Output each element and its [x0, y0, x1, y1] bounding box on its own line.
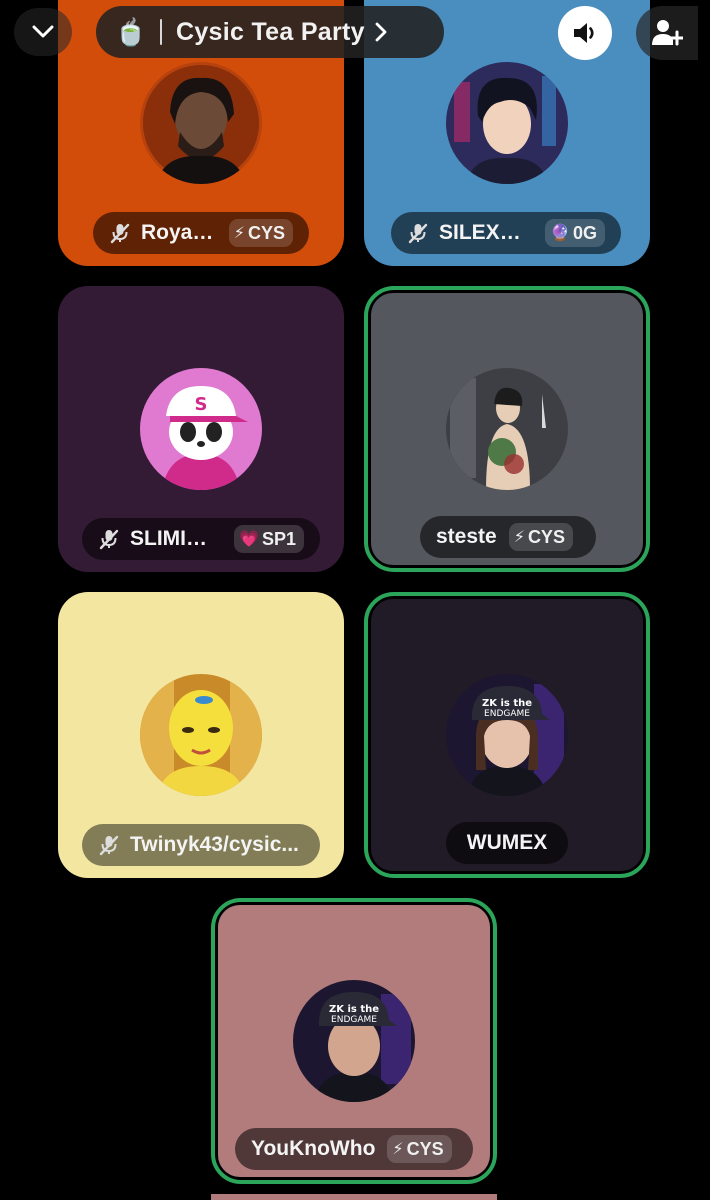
- participant-name-pill: SILEXO👑 🔮 0G: [391, 212, 621, 254]
- participant-tile[interactable]: steste ⚡ CYS: [364, 286, 650, 572]
- svg-text:ZK is the: ZK is the: [329, 1004, 379, 1015]
- participant-tile[interactable]: ZK is the ENDGAME WUMEX: [364, 592, 650, 878]
- speaker-button[interactable]: [558, 6, 612, 60]
- voice-channel-header: 🍵 Cysic Tea Party: [0, 0, 710, 72]
- participant-name: YouKnoWho: [251, 1137, 376, 1160]
- server-tag: ⚡ CYS: [387, 1135, 452, 1163]
- collapse-button[interactable]: [14, 8, 72, 56]
- tile-background: [211, 1194, 497, 1200]
- server-tag: 🔮 0G: [545, 219, 605, 247]
- mic-muted-icon: [99, 529, 119, 550]
- participant-name-pill: SLIMICE... 💗 SP1: [82, 518, 320, 560]
- speaker-icon: [574, 23, 594, 43]
- server-tag: 💗 SP1: [234, 525, 304, 553]
- crystal-ball-icon: 🔮: [550, 225, 570, 242]
- server-tag-label: CYS: [527, 526, 565, 547]
- participant-name: SILEXO👑: [439, 221, 534, 244]
- avatar: ZK is the ENDGAME: [293, 980, 415, 1102]
- avatar: S: [140, 368, 262, 490]
- participant-name-pill: YouKnoWho ⚡ CYS: [235, 1128, 473, 1170]
- participant-name: Royalty: [141, 221, 217, 244]
- avatar: [140, 674, 262, 796]
- mic-muted-icon: [408, 223, 428, 244]
- avatar: ZK is the ENDGAME: [446, 674, 568, 796]
- participant-name-pill: WUMEX: [446, 822, 568, 864]
- svg-text:ENDGAME: ENDGAME: [484, 709, 530, 719]
- participant-name: SLIMICE...: [130, 527, 222, 550]
- participant-tile-partial[interactable]: [211, 1194, 497, 1200]
- bolt-icon: ⚡: [513, 529, 525, 546]
- bolt-icon: ⚡: [392, 1141, 404, 1158]
- participant-name: steste: [436, 525, 497, 548]
- server-tag-label: CYS: [247, 222, 285, 243]
- bolt-icon: ⚡: [233, 225, 245, 242]
- participant-name: WUMEX: [466, 831, 548, 854]
- server-tag-label: 0G: [572, 222, 597, 243]
- server-tag: ⚡ CYS: [508, 523, 573, 551]
- avatar: [140, 62, 262, 184]
- participant-name: Twinyk43/cysic...: [130, 833, 299, 856]
- invite-button[interactable]: [636, 6, 698, 60]
- participant-tile[interactable]: Twinyk43/cysic...: [58, 592, 344, 878]
- channel-emoji: 🍵: [114, 16, 148, 47]
- chevron-down-icon: [32, 25, 54, 38]
- mic-muted-icon: [110, 223, 130, 244]
- svg-text:S: S: [195, 394, 208, 415]
- title-divider: [160, 19, 162, 45]
- participant-name-pill: Twinyk43/cysic...: [82, 824, 320, 866]
- chevron-right-icon: [375, 22, 387, 42]
- avatar: [446, 368, 568, 490]
- server-tag-label: CYS: [406, 1138, 444, 1159]
- participant-name-pill: steste ⚡ CYS: [420, 516, 596, 558]
- mic-muted-icon: [99, 835, 119, 856]
- add-person-icon: [652, 20, 683, 46]
- avatar: [446, 62, 568, 184]
- channel-title-button[interactable]: 🍵 Cysic Tea Party: [96, 6, 444, 58]
- server-tag-label: SP1: [261, 528, 296, 549]
- channel-title: Cysic Tea Party: [176, 17, 365, 46]
- server-tag: ⚡ CYS: [228, 219, 293, 247]
- svg-text:ENDGAME: ENDGAME: [331, 1015, 377, 1025]
- participant-tile[interactable]: ZK is the ENDGAME YouKnoWho ⚡ CYS: [211, 898, 497, 1184]
- participant-tile[interactable]: S SLIMICE... 💗 SP1: [58, 286, 344, 572]
- heart-icon: 💗: [239, 531, 259, 548]
- participant-name-pill: Royalty ⚡ CYS: [93, 212, 309, 254]
- svg-text:ZK is the: ZK is the: [482, 698, 532, 709]
